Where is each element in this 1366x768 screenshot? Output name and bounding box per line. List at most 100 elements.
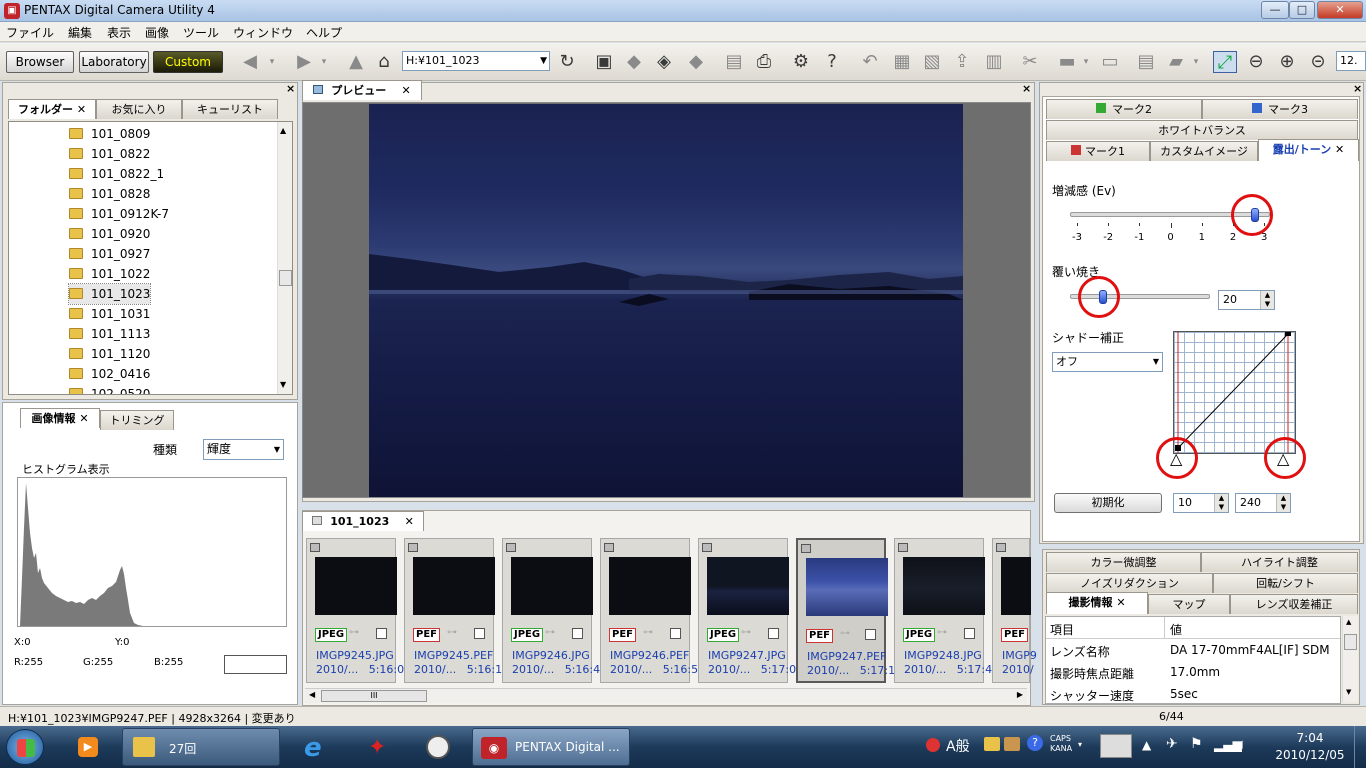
back-arrow-icon[interactable]: ◀	[238, 51, 262, 73]
tab-mark2[interactable]: マーク2	[1046, 99, 1202, 119]
flag-icon[interactable]: ⚑	[1190, 736, 1203, 752]
scroll-up-icon[interactable]: ▲	[280, 126, 286, 135]
network-icon[interactable]: ✈	[1166, 736, 1178, 752]
menu-tools[interactable]: ツール	[183, 24, 219, 41]
thumbnail[interactable]: JPEG ⊶ IMGP9247.JPG 2010/... 5:17:08	[698, 538, 803, 683]
menu-image[interactable]: 画像	[145, 24, 169, 41]
folder-item[interactable]: 101_1023	[67, 283, 152, 305]
folder-item[interactable]: 102_0520	[69, 384, 150, 394]
settings-gear-icon[interactable]: ⚙	[789, 51, 813, 73]
tab-filmstrip-folder[interactable]: 101_1023 ✕	[302, 511, 424, 531]
folder-scroll-thumb[interactable]	[279, 270, 292, 286]
folder-dropdown-icon[interactable]: ▾	[1190, 51, 1202, 73]
folder-item[interactable]: 101_1120	[69, 344, 150, 364]
chevron-down-icon[interactable]: ▼	[540, 52, 547, 70]
home-icon[interactable]: ⌂	[372, 51, 396, 73]
tab-map[interactable]: マップ	[1148, 594, 1230, 614]
thumbnail[interactable]: JPEG ⊶ IMGP9246.JPG 2010/... 5:16:48	[502, 538, 607, 683]
tab-preview[interactable]: プレビュー ✕	[302, 80, 422, 100]
zoom-out-icon[interactable]: ⊖	[1244, 51, 1268, 73]
folder-item[interactable]: 101_0822_1	[69, 164, 164, 184]
select-checkbox[interactable]	[865, 629, 876, 640]
raw-icon[interactable]: ▤	[1134, 51, 1158, 73]
select-checkbox[interactable]	[768, 628, 779, 639]
back-dropdown-icon[interactable]: ▾	[266, 51, 278, 73]
spin-arrows-icon[interactable]: ▲ ▼	[1276, 494, 1290, 512]
crop-icon[interactable]: ✂	[1018, 51, 1042, 73]
lock-icon[interactable]	[996, 543, 1006, 552]
panel-icon[interactable]: ▭	[1098, 51, 1122, 73]
thumbnail[interactable]: JPEG ⊶ IMGP9248.JPG 2010/... 5:17:48	[894, 538, 999, 683]
tab-trimming[interactable]: トリミング	[100, 410, 174, 430]
help-icon[interactable]: ?	[820, 51, 844, 73]
menu-window[interactable]: ウィンドウ	[233, 24, 293, 41]
spin-arrows-icon[interactable]: ▲ ▼	[1214, 494, 1228, 512]
close-preview-panel-icon[interactable]: ×	[1022, 82, 1031, 95]
close-icon[interactable]: ✕	[1116, 596, 1125, 609]
select-checkbox[interactable]	[964, 628, 975, 639]
close-icon[interactable]: ✕	[405, 515, 414, 528]
scroll-left-icon[interactable]: ◀	[309, 690, 315, 699]
duplicate-icon[interactable]: ▧	[920, 51, 944, 73]
tab-white-balance[interactable]: ホワイトバランス	[1046, 120, 1358, 140]
tab-mark1[interactable]: マーク1	[1046, 141, 1150, 161]
filmstrip-scrollbar[interactable]: ◀ III ▶	[305, 688, 1027, 703]
ime-dictionary-icon[interactable]	[984, 737, 1000, 751]
close-icon[interactable]: ✕	[79, 412, 88, 425]
menu-view[interactable]: 表示	[107, 24, 131, 41]
high-value-spinbox[interactable]: 240 ▲ ▼	[1235, 493, 1291, 513]
menu-help[interactable]: ヘルプ	[306, 24, 342, 41]
taskbar-clock-app[interactable]	[416, 728, 460, 766]
tone-curve-graph[interactable]	[1173, 331, 1296, 454]
taskbar-pentax-window[interactable]: ◉ PENTAX Digital ...	[472, 728, 630, 766]
path-combobox[interactable]: H:¥101_1023 ▼	[402, 51, 550, 71]
batch-icon[interactable]: ▥	[982, 51, 1006, 73]
clock-time[interactable]: 7:04	[1275, 731, 1345, 745]
zoom-in-icon[interactable]: ⊕	[1275, 51, 1299, 73]
export-icon[interactable]: ⇪	[950, 51, 974, 73]
tab-noise-reduction[interactable]: ノイズリダクション	[1046, 573, 1213, 593]
lock-icon[interactable]	[702, 543, 712, 552]
ime-options-icon[interactable]: ▾	[1078, 740, 1082, 749]
scroll-down-icon[interactable]: ▼	[1346, 688, 1351, 696]
taskbar-pin-app[interactable]: ✦	[356, 728, 400, 766]
select-checkbox[interactable]	[474, 628, 485, 639]
taskbar-explorer-window[interactable]: 27回	[122, 728, 280, 766]
show-hidden-icons[interactable]: ▲	[1142, 738, 1151, 752]
reset-button[interactable]: 初期化	[1054, 493, 1162, 513]
info-scrollbar[interactable]: ▲ ▼	[1342, 616, 1358, 702]
curve-high-handle[interactable]	[1285, 332, 1291, 336]
zoom-level-field[interactable]: 12.	[1336, 51, 1366, 71]
menu-edit[interactable]: 編集	[68, 24, 92, 41]
zoom-reset-icon[interactable]: ⊝	[1306, 51, 1330, 73]
chevron-down-icon[interactable]: ▼	[274, 440, 280, 459]
spin-arrows-icon[interactable]: ▲ ▼	[1260, 291, 1274, 309]
maximize-button[interactable]: □	[1289, 1, 1315, 19]
ime-help-icon[interactable]: ?	[1027, 735, 1043, 751]
thumbnail[interactable]: PEF IMGP9 2010/	[992, 538, 1037, 683]
tab-shooting-info[interactable]: 撮影情報 ✕	[1046, 592, 1148, 614]
forward-arrow-icon[interactable]: ▶	[292, 51, 316, 73]
kind-select[interactable]: 輝度 ▼	[203, 439, 284, 460]
lock-icon[interactable]	[408, 543, 418, 552]
close-icon[interactable]: ✕	[402, 84, 411, 97]
menu-file[interactable]: ファイル	[6, 24, 54, 41]
folder-item[interactable]: 101_0822	[69, 144, 150, 164]
info-scroll-thumb[interactable]	[1344, 634, 1357, 650]
paste-icon[interactable]: ▦	[890, 51, 914, 73]
low-value-spinbox[interactable]: 10 ▲ ▼	[1173, 493, 1229, 513]
up-arrow-icon[interactable]: ▲	[344, 51, 368, 73]
close-icon[interactable]: ✕	[77, 103, 86, 116]
ime-toolbox-icon[interactable]	[1004, 737, 1020, 751]
taskbar-ie[interactable]: e	[294, 728, 338, 766]
tab-mark3[interactable]: マーク3	[1202, 99, 1358, 119]
taskbar-media-player[interactable]: ▶	[66, 728, 110, 766]
select-checkbox[interactable]	[572, 628, 583, 639]
tab-highlight-adjust[interactable]: ハイライト調整	[1201, 552, 1358, 572]
select-checkbox[interactable]	[376, 628, 387, 639]
tab-folders[interactable]: フォルダー ✕	[8, 99, 96, 119]
tab-image-info[interactable]: 画像情報 ✕	[20, 408, 100, 428]
lock-icon[interactable]	[898, 543, 908, 552]
next-image-icon[interactable]: ◈	[652, 51, 676, 73]
ime-status-icon[interactable]	[926, 738, 940, 752]
